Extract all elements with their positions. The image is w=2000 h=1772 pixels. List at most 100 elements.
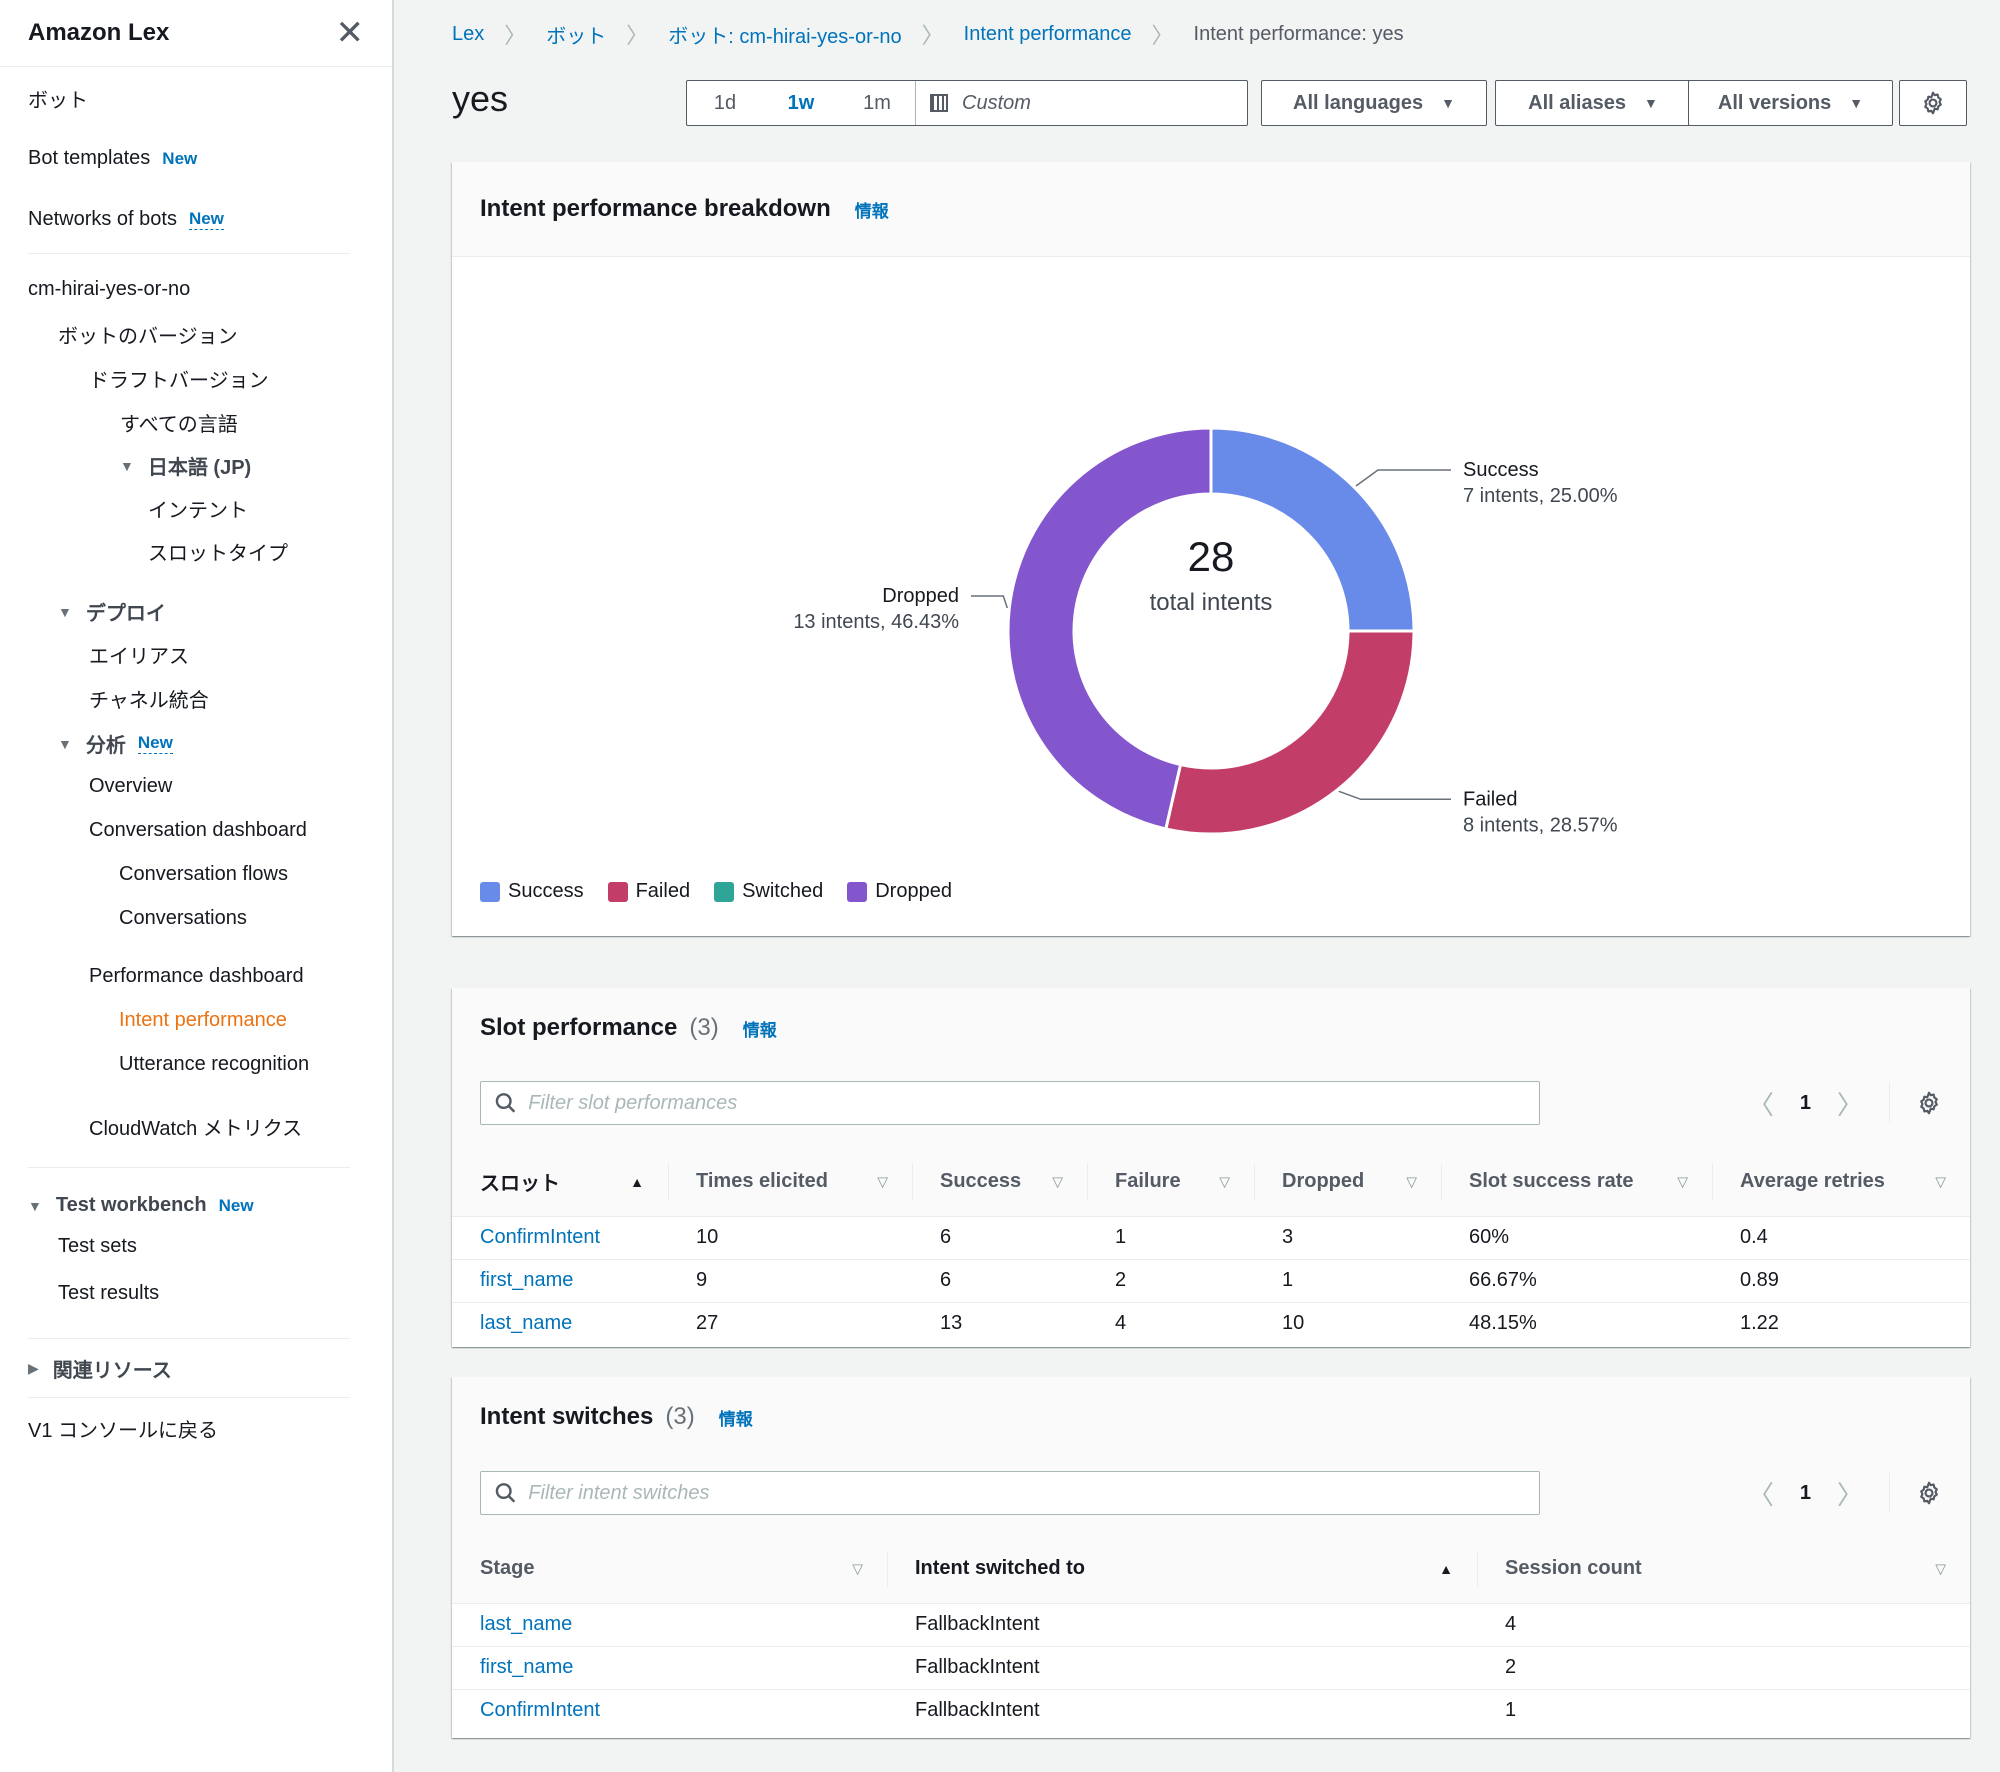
sidebar-item-japanese[interactable]: ▼ 日本語 (JP) <box>120 451 251 480</box>
sidebar-item-conversation-dashboard[interactable]: Conversation dashboard <box>89 819 307 842</box>
breadcrumb-intent-performance[interactable]: Intent performance <box>964 23 1132 46</box>
column-header-slot-success-rate[interactable]: Slot success rate ▽ <box>1441 1148 1712 1217</box>
sort-icon[interactable]: ▽ <box>1935 1560 1946 1577</box>
caret-down-icon[interactable]: ▼ <box>58 604 72 620</box>
chevron-left-icon[interactable]: 〈 <box>1748 1085 1774 1122</box>
sort-ascending-icon[interactable]: ▲ <box>630 1174 644 1190</box>
column-header-session-count[interactable]: Session count ▽ <box>1477 1535 1970 1604</box>
sidebar-item-networks-of-bots[interactable]: Networks of bots New <box>28 208 224 231</box>
sidebar-item-label: CloudWatch メトリクス <box>89 1118 303 1140</box>
sidebar-item-test-workbench[interactable]: ▼ Test workbench New <box>28 1194 254 1217</box>
info-link[interactable]: 情報 <box>743 1016 777 1041</box>
column-header-intent-switched-to[interactable]: Intent switched to ▲ <box>887 1535 1477 1604</box>
caret-down-icon[interactable]: ▼ <box>120 458 134 474</box>
sidebar-item-performance-dashboard[interactable]: Performance dashboard <box>89 965 304 988</box>
legend-item-switched[interactable]: Switched <box>714 880 823 903</box>
slot-filter-input[interactable] <box>528 1091 1539 1115</box>
sidebar-item-bot-name[interactable]: cm-hirai-yes-or-no <box>28 278 190 301</box>
sort-ascending-icon[interactable]: ▲ <box>1439 1561 1453 1577</box>
caret-down-icon[interactable]: ▼ <box>58 736 72 752</box>
gear-icon[interactable] <box>1916 1090 1942 1116</box>
sidebar-item-test-sets[interactable]: Test sets <box>58 1235 137 1258</box>
slot-link[interactable]: last_name <box>480 1312 572 1334</box>
legend-item-failed[interactable]: Failed <box>607 880 690 903</box>
sidebar-item-v1-console[interactable]: V1 コンソールに戻る <box>28 1414 218 1443</box>
legend-item-success[interactable]: Success <box>480 880 584 903</box>
sidebar-item-analytics[interactable]: ▼ 分析 New <box>58 729 173 758</box>
sidebar-item-test-results[interactable]: Test results <box>58 1282 159 1305</box>
custom-range-button[interactable]: Custom <box>915 81 1247 125</box>
main-content: Lex 〉 ボット 〉 ボット: cm-hirai-yes-or-no 〉 In… <box>394 0 2000 1772</box>
sort-icon[interactable]: ▽ <box>877 1173 888 1190</box>
sidebar-item-bots[interactable]: ボット <box>28 84 88 113</box>
sidebar-item-draft-version[interactable]: ドラフトバージョン <box>89 364 269 393</box>
sidebar-item-conversation-flows[interactable]: Conversation flows <box>119 863 288 886</box>
chevron-right-icon: 〉 <box>504 23 527 48</box>
sidebar-item-related-resources[interactable]: ▶ 関連リソース <box>28 1354 172 1383</box>
column-header-success[interactable]: Success ▽ <box>912 1148 1087 1217</box>
divider <box>28 253 350 254</box>
versions-dropdown[interactable]: All versions ▼ <box>1688 80 1893 126</box>
sidebar-item-deploy[interactable]: ▼ デプロイ <box>58 597 166 626</box>
column-header-slot[interactable]: スロット ▲ <box>452 1148 668 1217</box>
caret-down-icon[interactable]: ▼ <box>28 1198 42 1214</box>
sidebar-item-intents[interactable]: インテント <box>148 494 248 523</box>
sort-icon[interactable]: ▽ <box>1406 1173 1417 1190</box>
sort-icon[interactable]: ▽ <box>1935 1173 1946 1190</box>
sort-icon[interactable]: ▽ <box>1219 1173 1230 1190</box>
sidebar-item-channels[interactable]: チャネル統合 <box>89 684 209 713</box>
breadcrumb-bots[interactable]: ボット <box>546 20 606 49</box>
close-icon[interactable]: ✕ <box>336 16 365 50</box>
preferences-button[interactable] <box>1899 80 1967 126</box>
aliases-dropdown[interactable]: All aliases ▼ <box>1495 80 1691 126</box>
stage-link[interactable]: first_name <box>480 1656 573 1678</box>
stage-link[interactable]: last_name <box>480 1613 572 1635</box>
breadcrumb-lex[interactable]: Lex <box>452 23 484 46</box>
sort-icon[interactable]: ▽ <box>1052 1173 1063 1190</box>
column-header-dropped[interactable]: Dropped ▽ <box>1254 1148 1441 1217</box>
chevron-left-icon[interactable]: 〈 <box>1748 1475 1774 1512</box>
donut-slice-dropped[interactable] <box>1006 426 1213 831</box>
stage-link[interactable]: ConfirmIntent <box>480 1699 600 1721</box>
page-number[interactable]: 1 <box>1800 1092 1811 1115</box>
sidebar-title[interactable]: Amazon Lex <box>28 19 169 47</box>
slot-link[interactable]: ConfirmIntent <box>480 1226 600 1248</box>
range-1m[interactable]: 1m <box>839 81 915 125</box>
column-header-times-elicited[interactable]: Times elicited ▽ <box>668 1148 912 1217</box>
sidebar-item-aliases[interactable]: エイリアス <box>89 640 189 669</box>
page-number[interactable]: 1 <box>1800 1482 1811 1505</box>
gear-icon[interactable] <box>1916 1480 1942 1506</box>
calendar-icon <box>930 94 948 112</box>
info-link[interactable]: 情報 <box>719 1405 753 1430</box>
sidebar-item-label: ボット <box>28 90 88 112</box>
range-1w[interactable]: 1w <box>763 81 839 125</box>
sidebar-item-bot-templates[interactable]: Bot templates New <box>28 147 197 170</box>
sidebar-item-utterance-recognition[interactable]: Utterance recognition <box>119 1053 309 1076</box>
chevron-right-icon[interactable]: 〉 <box>1837 1085 1863 1122</box>
legend-item-dropped[interactable]: Dropped <box>847 880 952 903</box>
sidebar-item-conversations[interactable]: Conversations <box>119 907 247 930</box>
caret-right-icon[interactable]: ▶ <box>28 1360 39 1377</box>
sidebar-item-intent-performance[interactable]: Intent performance <box>119 1009 287 1032</box>
sidebar-item-cloudwatch[interactable]: CloudWatch メトリクス <box>89 1112 302 1141</box>
cell-failure: 1 <box>1087 1216 1254 1260</box>
table-row: ConfirmIntent 10 6 1 3 60% 0.4 <box>452 1216 1970 1260</box>
slot-link[interactable]: first_name <box>480 1269 573 1291</box>
chevron-right-icon[interactable]: 〉 <box>1837 1475 1863 1512</box>
column-header-failure[interactable]: Failure ▽ <box>1087 1148 1254 1217</box>
column-label: Slot success rate <box>1469 1170 1634 1193</box>
breadcrumb-bot[interactable]: ボット: cm-hirai-yes-or-no <box>668 20 901 49</box>
info-link[interactable]: 情報 <box>855 197 889 222</box>
column-header-stage[interactable]: Stage ▽ <box>452 1535 887 1604</box>
sort-icon[interactable]: ▽ <box>852 1560 863 1577</box>
range-1d[interactable]: 1d <box>687 81 763 125</box>
sidebar-item-overview[interactable]: Overview <box>89 775 172 798</box>
sort-icon[interactable]: ▽ <box>1677 1173 1688 1190</box>
sidebar-item-bot-versions[interactable]: ボットのバージョン <box>58 320 238 349</box>
languages-dropdown[interactable]: All languages ▼ <box>1261 80 1487 126</box>
column-header-average-retries[interactable]: Average retries ▽ <box>1712 1148 1970 1217</box>
sidebar-item-slot-types[interactable]: スロットタイプ <box>148 537 288 566</box>
donut-slice-failed[interactable] <box>1164 629 1416 836</box>
intent-switch-filter-input[interactable] <box>528 1481 1539 1505</box>
sidebar-item-all-languages[interactable]: すべての言語 <box>120 408 238 437</box>
